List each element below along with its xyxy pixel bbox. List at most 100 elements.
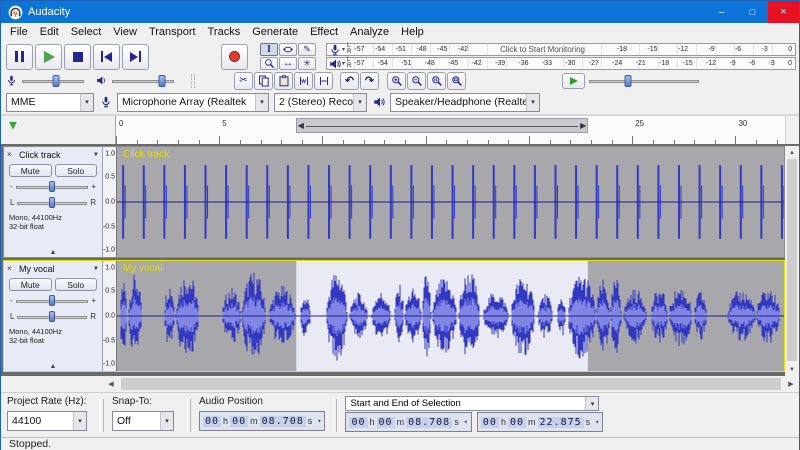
slider-thumb[interactable]: [49, 295, 55, 306]
audio-host-select[interactable]: MME ▾: [6, 93, 94, 112]
scroll-left-icon[interactable]: ◀: [103, 376, 119, 392]
chevron-down-icon[interactable]: ▾: [595, 418, 599, 426]
minimize-button[interactable]: –: [706, 1, 737, 23]
recording-meter[interactable]: ▾ LR -57-54-51-48-45-42 Click to Start M…: [326, 43, 796, 56]
selection-end-handle[interactable]: ▶: [580, 121, 586, 131]
collapse-button[interactable]: ▲: [4, 363, 102, 370]
recording-volume-slider[interactable]: [6, 75, 84, 87]
play-button[interactable]: [35, 44, 62, 70]
track-close-button[interactable]: ×: [7, 151, 16, 159]
slider-thumb[interactable]: [49, 181, 55, 192]
menu-edit[interactable]: Edit: [34, 26, 65, 38]
monitor-text[interactable]: Click to Start Monitoring: [468, 45, 617, 54]
chevron-down-icon[interactable]: ▾: [317, 417, 321, 425]
track-menu-arrow-icon[interactable]: ▼: [93, 266, 99, 272]
menu-tracks[interactable]: Tracks: [202, 26, 247, 38]
multi-tool-button[interactable]: ✳: [298, 57, 316, 70]
zoom-to-fit-button[interactable]: [447, 72, 466, 90]
paste-button[interactable]: [274, 72, 293, 90]
scroll-down-icon[interactable]: ▼: [785, 363, 799, 376]
slider-thumb[interactable]: [49, 197, 55, 208]
zoom-out-button[interactable]: [407, 72, 426, 90]
toolbar-grip[interactable]: [100, 399, 104, 432]
close-button[interactable]: ×: [768, 1, 799, 23]
menu-effect[interactable]: Effect: [304, 26, 344, 38]
vertical-scrollbar-thumb[interactable]: [787, 159, 797, 361]
play-at-speed-button[interactable]: [562, 73, 585, 89]
horizontal-scrollbar[interactable]: ◀ ▶: [103, 376, 799, 392]
chevron-down-icon[interactable]: ▾: [464, 418, 468, 426]
menu-view[interactable]: View: [107, 26, 143, 38]
envelope-tool-button[interactable]: [279, 43, 297, 56]
audio-position-display[interactable]: 00h 00m 08.708s ▾: [199, 411, 325, 431]
selection-tool-button[interactable]: I: [260, 43, 278, 56]
zoom-in-button[interactable]: [387, 72, 406, 90]
selection-start-display[interactable]: 00h 00m 08.708s ▾: [345, 412, 471, 432]
track-close-button[interactable]: ×: [7, 265, 16, 273]
playback-meter[interactable]: ▾ LR -57-54-51-48-45-42-39-36-33-30-27-2…: [326, 57, 796, 70]
recording-channels-select[interactable]: 2 (Stereo) Recor ▾: [274, 93, 367, 112]
slider-thumb[interactable]: [624, 75, 631, 87]
solo-button[interactable]: Solo: [55, 164, 98, 177]
timeline-options-button[interactable]: ▼: [7, 119, 19, 131]
timeline-ruler[interactable]: 051015202530◀▶: [116, 116, 785, 144]
track-title[interactable]: My vocal: [19, 264, 91, 274]
copy-button[interactable]: [254, 72, 273, 90]
scroll-up-icon[interactable]: ▲: [785, 146, 799, 159]
playback-device-select[interactable]: Speaker/Headphone (Realte ▾: [390, 93, 540, 112]
menu-transport[interactable]: Transport: [143, 26, 202, 38]
stop-button[interactable]: [64, 44, 91, 70]
slider-thumb[interactable]: [53, 75, 60, 87]
vertical-scrollbar[interactable]: ▲ ▼: [785, 146, 799, 376]
scroll-right-icon[interactable]: ▶: [783, 376, 799, 392]
track-menu-arrow-icon[interactable]: ▼: [93, 152, 99, 158]
draw-tool-button[interactable]: ✎: [298, 43, 316, 56]
mute-button[interactable]: Mute: [9, 278, 52, 291]
meter-dropdown-icon[interactable]: ▾: [342, 46, 345, 53]
pause-button[interactable]: [6, 44, 33, 70]
record-button[interactable]: [221, 44, 248, 70]
toolbar-grip[interactable]: [187, 399, 191, 432]
vertical-scale-ruler[interactable]: 1.0 0.5 0.0 -0.5 -1.0: [103, 261, 117, 371]
timeline-selection-band[interactable]: ◀▶: [296, 118, 589, 133]
menu-analyze[interactable]: Analyze: [344, 26, 395, 38]
menu-generate[interactable]: Generate: [246, 26, 304, 38]
play-at-speed-slider[interactable]: [589, 75, 699, 87]
slider-thumb[interactable]: [49, 311, 55, 322]
project-rate-select[interactable]: 44100 ▾: [7, 411, 87, 431]
skip-to-start-button[interactable]: [93, 44, 120, 70]
redo-button[interactable]: ↷: [360, 72, 379, 90]
slider-thumb[interactable]: [158, 75, 165, 87]
gain-slider[interactable]: - +: [4, 291, 102, 307]
menu-select[interactable]: Select: [65, 26, 108, 38]
playback-volume-slider[interactable]: [96, 75, 174, 87]
silence-audio-button[interactable]: [314, 72, 333, 90]
collapse-button[interactable]: ▲: [4, 249, 102, 256]
zoom-to-selection-button[interactable]: [427, 72, 446, 90]
gain-slider[interactable]: - +: [4, 177, 102, 193]
vertical-scale-ruler[interactable]: 1.0 0.5 0.0 -0.5 -1.0: [103, 147, 117, 257]
time-shift-tool-button[interactable]: ↔: [279, 57, 297, 70]
waveform-area[interactable]: My vocal: [117, 261, 784, 371]
waveform-area[interactable]: Click track: [117, 147, 784, 257]
mute-button[interactable]: Mute: [9, 164, 52, 177]
trim-audio-button[interactable]: [294, 72, 313, 90]
selection-end-display[interactable]: 00h 00m 22.875s ▾: [477, 412, 603, 432]
pan-slider[interactable]: L R: [4, 307, 102, 323]
solo-button[interactable]: Solo: [55, 278, 98, 291]
track-title[interactable]: Click track: [19, 150, 91, 160]
horizontal-scrollbar-thumb[interactable]: [121, 378, 781, 390]
menu-file[interactable]: File: [4, 26, 34, 38]
meter-dropdown-icon[interactable]: ▾: [342, 60, 345, 67]
recording-device-select[interactable]: Microphone Array (Realtek ▾: [117, 93, 269, 112]
toolbar-grip[interactable]: [333, 399, 337, 432]
toolbar-grip[interactable]: [191, 74, 195, 88]
cut-button[interactable]: ✂: [234, 72, 253, 90]
undo-button[interactable]: ↶: [340, 72, 359, 90]
menu-help[interactable]: Help: [395, 26, 430, 38]
pan-slider[interactable]: L R: [4, 193, 102, 209]
snap-to-select[interactable]: Off ▾: [112, 411, 174, 431]
selection-range-select[interactable]: Start and End of Selection ▾: [345, 396, 599, 411]
skip-to-end-button[interactable]: [122, 44, 149, 70]
maximize-button[interactable]: □: [737, 1, 768, 23]
